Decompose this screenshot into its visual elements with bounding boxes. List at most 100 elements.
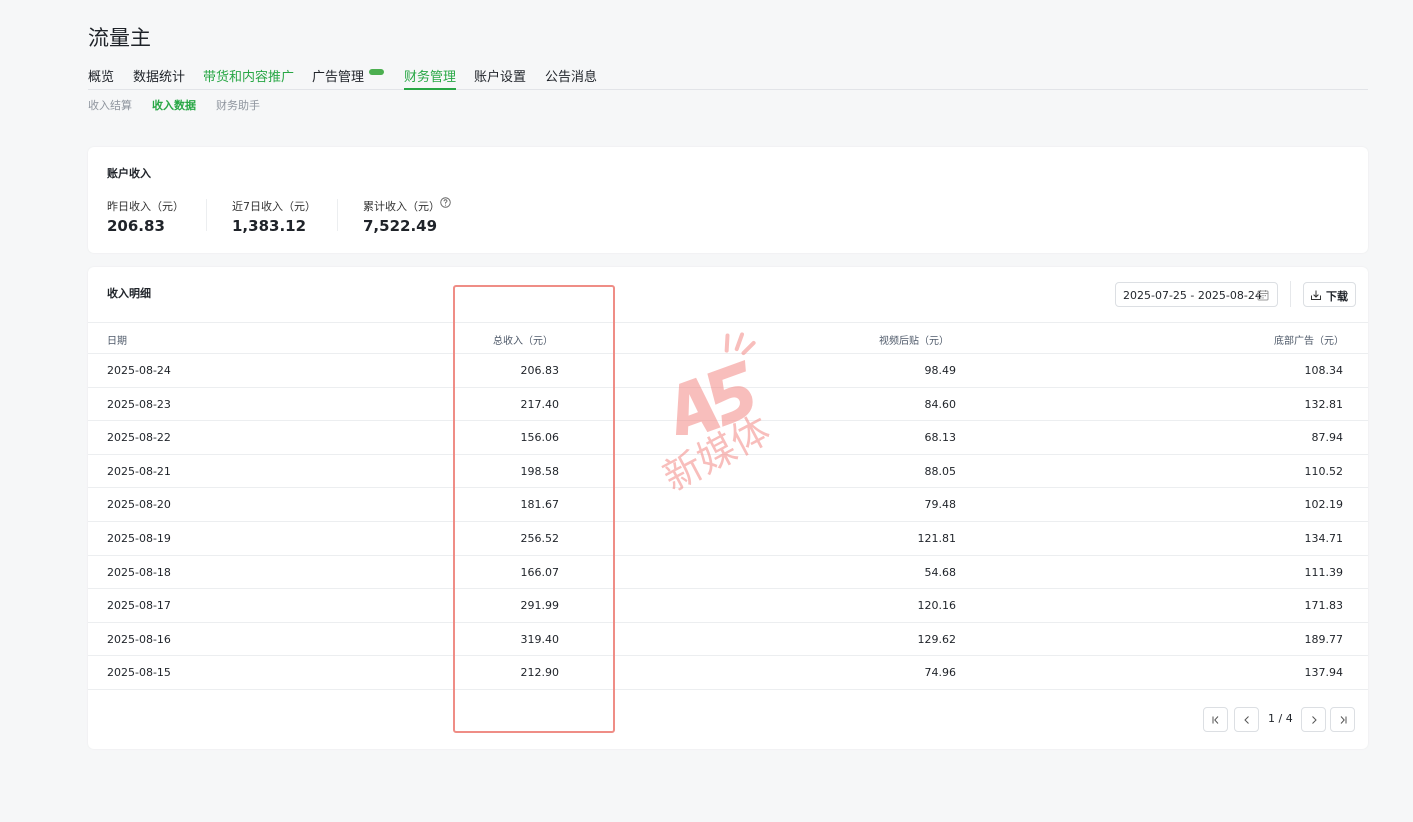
row-total-income: 256.52 (520, 531, 560, 545)
row-video-post-roll: 79.48 (924, 498, 957, 512)
stat-yesterday: 昨日收入（元） 206.83 (107, 198, 184, 235)
tab-account-settings[interactable]: 账户设置 (474, 66, 526, 88)
row-total-income: 212.90 (520, 666, 560, 680)
row-total-income: 181.67 (520, 498, 560, 512)
account-income-card: 账户收入 昨日收入（元） 206.83 近7日收入（元） 1,383.12 累计… (88, 147, 1368, 253)
new-badge (369, 69, 384, 75)
column-video-post-roll: 视频后贴（元） (879, 336, 949, 347)
stat-value: 1,383.12 (232, 217, 307, 235)
toolbar-divider (1290, 281, 1291, 307)
download-button[interactable]: 下载 (1303, 282, 1356, 307)
row-total-income: 156.06 (520, 431, 560, 445)
tab-data-stats[interactable]: 数据统计 (133, 66, 185, 88)
table-row: 2025-08-20 181.67 79.48 102.19 (88, 488, 1368, 522)
row-bottom-ad: 108.34 (1304, 364, 1344, 377)
income-detail-title: 收入明细 (107, 287, 151, 300)
row-video-post-roll: 54.68 (924, 565, 957, 579)
stat-cumulative: 累计收入（元） 7,522.49 (363, 198, 440, 235)
row-video-post-roll: 98.49 (924, 364, 957, 377)
divider (206, 199, 207, 231)
row-date: 2025-08-16 (107, 632, 171, 646)
row-video-post-roll: 129.62 (917, 632, 957, 646)
row-date: 2025-08-21 (107, 464, 171, 478)
row-video-post-roll: 121.81 (917, 531, 957, 545)
download-label: 下载 (1326, 290, 1348, 303)
divider (337, 199, 338, 231)
income-detail-card: 收入明细 2025-07-25 - 2025-08-24 下载 日期 总收入（元… (88, 267, 1368, 749)
row-date: 2025-08-18 (107, 565, 171, 579)
row-bottom-ad: 132.81 (1304, 397, 1344, 411)
account-income-title: 账户收入 (107, 167, 151, 180)
next-page-button[interactable] (1301, 707, 1326, 732)
table-row: 2025-08-24 206.83 98.49 108.34 (88, 354, 1368, 388)
column-bottom-ad: 底部广告（元） (1274, 336, 1344, 347)
row-bottom-ad: 171.83 (1304, 599, 1344, 613)
table-row: 2025-08-23 217.40 84.60 132.81 (88, 388, 1368, 422)
row-video-post-roll: 74.96 (924, 666, 957, 680)
row-total-income: 319.40 (520, 632, 560, 646)
row-date: 2025-08-22 (107, 431, 171, 445)
calendar-icon (1257, 290, 1269, 301)
row-date: 2025-08-19 (107, 531, 171, 545)
table-row: 2025-08-22 156.06 68.13 87.94 (88, 421, 1368, 455)
tab-product-promotion[interactable]: 带货和内容推广 (203, 66, 294, 88)
table-row: 2025-08-17 291.99 120.16 171.83 (88, 589, 1368, 623)
tab-announcements[interactable]: 公告消息 (545, 66, 597, 88)
stat-value: 206.83 (107, 217, 165, 235)
column-total-income: 总收入（元） (493, 336, 553, 347)
stat-last-7-days: 近7日收入（元） 1,383.12 (232, 198, 316, 235)
tab-overview[interactable]: 概览 (88, 66, 114, 88)
subtab-finance-assistant[interactable]: 财务助手 (216, 97, 260, 113)
row-bottom-ad: 111.39 (1304, 565, 1344, 579)
first-page-button[interactable] (1203, 707, 1228, 732)
stat-label: 累计收入（元） (363, 200, 440, 213)
column-date: 日期 (107, 336, 127, 347)
table-row: 2025-08-19 256.52 121.81 134.71 (88, 522, 1368, 556)
row-date: 2025-08-15 (107, 666, 171, 680)
row-bottom-ad: 110.52 (1304, 464, 1344, 478)
last-page-button[interactable] (1330, 707, 1355, 732)
prev-page-button[interactable] (1234, 707, 1259, 732)
row-video-post-roll: 88.05 (924, 464, 957, 478)
row-total-income: 198.58 (520, 464, 560, 478)
row-bottom-ad: 87.94 (1311, 431, 1344, 445)
page-indicator: 1 / 4 (1268, 712, 1293, 725)
stat-label: 近7日收入（元） (232, 200, 316, 213)
tab-finance[interactable]: 财务管理 (404, 66, 457, 90)
download-icon (1311, 290, 1321, 300)
table-row: 2025-08-15 212.90 74.96 137.94 (88, 656, 1368, 690)
table-header: 日期 总收入（元） 视频后贴（元） 底部广告（元） (88, 322, 1368, 354)
date-range-picker[interactable]: 2025-07-25 - 2025-08-24 (1115, 282, 1278, 307)
row-bottom-ad: 102.19 (1304, 498, 1344, 512)
first-page-icon (1212, 716, 1219, 724)
main-tabs: 概览 数据统计 带货和内容推广 广告管理 财务管理 账户设置 公告消息 (88, 62, 1368, 90)
row-video-post-roll: 68.13 (924, 431, 957, 445)
row-total-income: 206.83 (520, 364, 560, 377)
row-date: 2025-08-24 (107, 364, 171, 377)
stat-value: 7,522.49 (363, 217, 438, 235)
table-row: 2025-08-18 166.07 54.68 111.39 (88, 556, 1368, 590)
subtab-income-data[interactable]: 收入数据 (152, 97, 196, 113)
table-row: 2025-08-21 198.58 88.05 110.52 (88, 455, 1368, 489)
help-icon[interactable] (440, 197, 451, 208)
table-body: 2025-08-24 206.83 98.49 108.34 2025-08-23 217… (88, 354, 1368, 690)
row-total-income: 217.40 (520, 397, 560, 411)
row-total-income: 291.99 (520, 599, 560, 613)
row-video-post-roll: 84.60 (924, 397, 957, 411)
row-date: 2025-08-20 (107, 498, 171, 512)
row-bottom-ad: 134.71 (1304, 531, 1344, 545)
chevron-left-icon (1244, 716, 1249, 724)
last-page-icon (1340, 716, 1347, 724)
row-bottom-ad: 137.94 (1304, 666, 1344, 680)
row-bottom-ad: 189.77 (1304, 632, 1344, 646)
tab-ad-management[interactable]: 广告管理 (312, 66, 364, 88)
stat-label: 昨日收入（元） (107, 200, 184, 213)
row-date: 2025-08-17 (107, 599, 171, 613)
page-title: 流量主 (88, 26, 151, 50)
row-total-income: 166.07 (520, 565, 560, 579)
table-row: 2025-08-16 319.40 129.62 189.77 (88, 623, 1368, 657)
row-date: 2025-08-23 (107, 397, 171, 411)
date-range-text: 2025-07-25 - 2025-08-24 (1123, 289, 1262, 302)
row-video-post-roll: 120.16 (917, 599, 957, 613)
subtab-income-settlement[interactable]: 收入结算 (88, 97, 132, 113)
